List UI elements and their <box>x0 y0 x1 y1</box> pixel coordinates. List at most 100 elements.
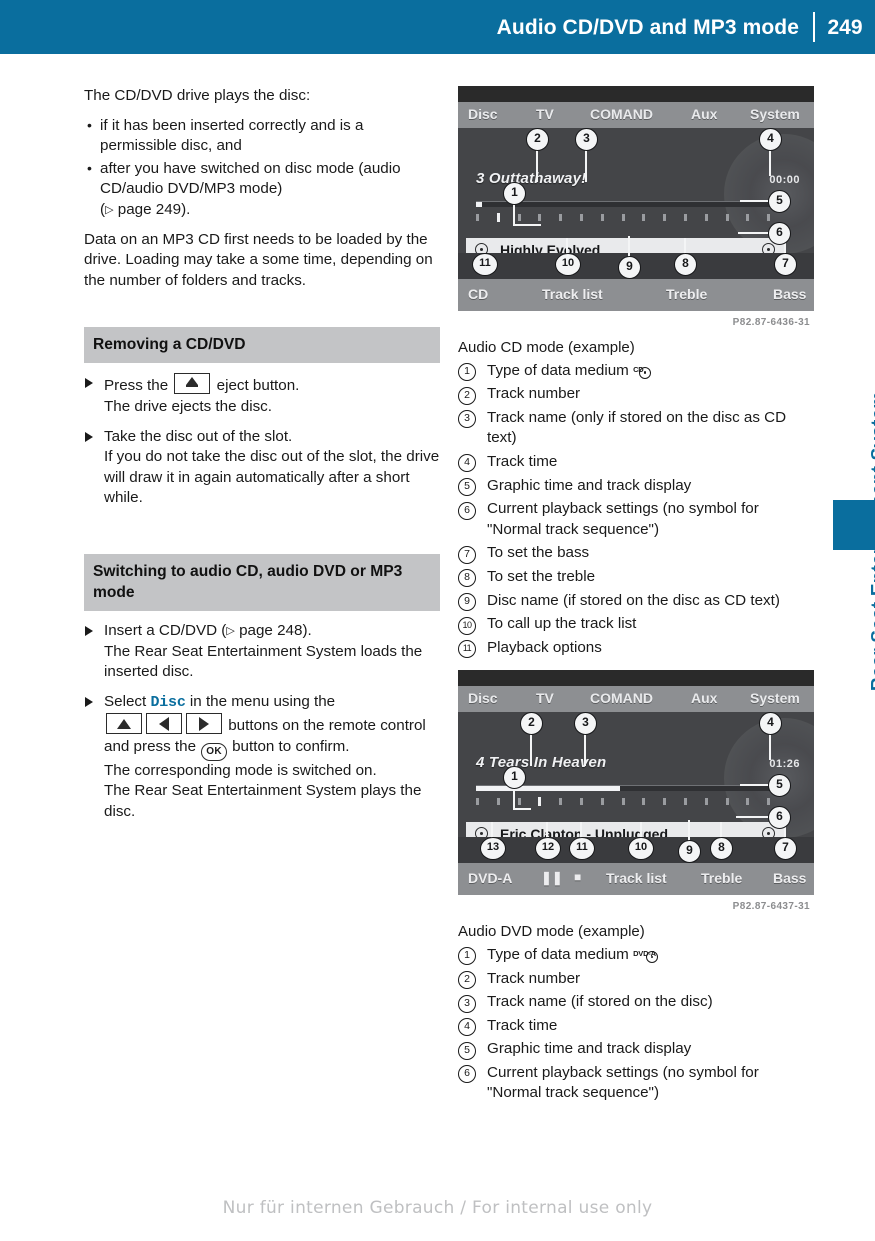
list-item: if it has been inserted correctly and is… <box>84 115 440 157</box>
softkey-cd: CD <box>468 286 489 302</box>
leader-line <box>513 788 515 811</box>
leader-line <box>628 236 630 258</box>
display-bezel <box>458 86 814 102</box>
menubar-item-tv: TV <box>536 690 554 707</box>
legend-item: 1 Type of data medium DVD-A <box>458 945 814 966</box>
legend-number: 3 <box>458 410 476 429</box>
menubar-item-system: System <box>750 690 800 707</box>
menubar-item-tv: TV <box>536 106 554 122</box>
display-softkeys-dvd: DVD-A ❚❚ ■ Track list Treble Bass <box>458 863 814 896</box>
leader-line <box>740 784 768 787</box>
leader-line <box>684 238 686 254</box>
step-marker-icon <box>85 696 93 707</box>
callout-1: 1 <box>503 182 526 205</box>
comand-display-dvd: Disc TV COMAND Aux System 4 Tears In Hea… <box>458 670 814 896</box>
arrow-left-button-icon <box>146 713 182 735</box>
page-header: Audio CD/DVD and MP3 mode 249 <box>0 0 875 54</box>
step-press-eject: Press the eject button. The drive ejects… <box>84 373 440 417</box>
section-heading-removing: Removing a CD/DVD <box>84 327 440 364</box>
legend-number: 5 <box>458 478 476 497</box>
menubar-item-disc: Disc <box>468 690 498 707</box>
track-title-cd: 3 Outtathaway! <box>476 170 587 187</box>
callout-10: 10 <box>555 253 581 276</box>
leader-line <box>566 238 568 254</box>
display-softkeys-cd: CD Track list Treble Bass <box>458 279 814 311</box>
legend-item: 2 Track number <box>458 384 814 405</box>
mp3-loading-paragraph: Data on an MP3 CD first needs to be load… <box>84 230 433 289</box>
progress-fill <box>476 786 620 792</box>
legend-number: 8 <box>458 569 476 588</box>
legend-text: To call up the track list <box>487 615 637 633</box>
step-result-1: The corresponding mode is switched on. <box>104 761 377 779</box>
legend-title-cd: Audio CD mode (example) <box>458 339 635 356</box>
softkey-bass: Bass <box>773 286 807 302</box>
legend-item: 6 Current playback settings (no symbol fo… <box>458 499 814 540</box>
footer-watermark: Nur für internen Gebrauch / For internal… <box>222 1198 653 1218</box>
leader-line <box>740 200 768 202</box>
page-number: 249 <box>827 15 863 39</box>
step-result-2: The Rear Seat Entertainment System plays… <box>104 782 422 821</box>
leader-line <box>640 822 642 839</box>
legend-item: 4 Track time <box>458 452 814 473</box>
reference-arrow-icon: ▷ <box>226 624 235 637</box>
legend-item: 8 To set the treble <box>458 567 814 588</box>
callout-9: 9 <box>618 256 641 279</box>
legend-item: 10 To call up the track list <box>458 614 814 635</box>
legend-text: Type of data medium <box>487 361 629 379</box>
callout-6: 6 <box>768 222 791 245</box>
section-heading-switching: Switching to audio CD, audio DVD or MP3 … <box>84 553 440 611</box>
menubar-item-aux: Aux <box>691 690 718 707</box>
progress-fill <box>476 202 483 207</box>
legend-number: 9 <box>458 593 476 612</box>
dvd-a-medium-icon: DVD-A <box>633 946 669 963</box>
menubar-item-aux: Aux <box>691 106 718 122</box>
legend-number: 4 <box>458 1018 476 1037</box>
track-time-dvd: 01:26 <box>769 758 800 771</box>
softkey-treble: Treble <box>701 870 743 887</box>
legend-text: Track name (only if stored on the disc a… <box>487 408 787 447</box>
callout-7: 7 <box>774 253 797 276</box>
cross-reference: (▷ page 249). <box>100 201 190 218</box>
list-item: after you have switched on disc mode (au… <box>84 158 440 221</box>
legend-text: To set the treble <box>487 567 596 585</box>
legend-item: 5 Graphic time and track display <box>458 476 814 497</box>
legend-number: 11 <box>458 640 476 659</box>
leader-line <box>738 232 768 234</box>
step-marker-icon <box>85 431 93 442</box>
leader-line <box>513 808 531 811</box>
chapter-rail: Rear Seat Entertainment System <box>824 54 875 1241</box>
legend-text: Track name (if stored on the disc) <box>487 993 713 1011</box>
legend-number: 2 <box>458 971 476 989</box>
display-menubar: Disc TV COMAND Aux System <box>458 686 814 713</box>
leader-line <box>688 820 690 843</box>
legend-item: 5 Graphic time and track display <box>458 1039 814 1060</box>
leader-line <box>769 148 771 176</box>
legend-title-dvd: Audio DVD mode (example) <box>458 923 645 941</box>
softkey-bass: Bass <box>773 870 807 887</box>
figure-code-cd: P82.87-6436-31 <box>732 317 810 328</box>
legend-text: Track time <box>487 452 558 470</box>
leader-line <box>720 822 722 839</box>
legend-text: Disc name (if stored on the disc as CD t… <box>487 591 780 609</box>
arrow-right-button-icon <box>186 713 222 735</box>
callout-11: 11 <box>472 253 498 276</box>
chapter-tab-marker <box>833 500 875 550</box>
legend-text: Type of data medium <box>487 945 629 963</box>
menubar-item-disc: Disc <box>468 106 498 122</box>
leader-line <box>584 732 586 767</box>
track-title-dvd: 4 Tears In Heaven <box>476 754 607 772</box>
leader-line <box>513 224 541 226</box>
menubar-item-system: System <box>750 106 800 122</box>
figure-audio-cd-mode: Disc TV COMAND Aux System 3 Outtathaway!… <box>458 86 814 328</box>
step-reference: page 248 <box>239 621 303 639</box>
step-result: The Rear Seat Entertainment System loads… <box>104 642 423 681</box>
leader-line <box>585 148 587 182</box>
legend-number: 10 <box>458 616 476 635</box>
menubar-item-comand: COMAND <box>590 690 653 707</box>
callout-2: 2 <box>526 128 549 151</box>
legend-text: Graphic time and track display <box>487 1040 692 1058</box>
display-bezel <box>458 670 814 687</box>
step-text-post: ). <box>302 621 312 639</box>
reference-arrow-icon: ▷ <box>105 203 114 216</box>
callout-5: 5 <box>768 190 791 213</box>
